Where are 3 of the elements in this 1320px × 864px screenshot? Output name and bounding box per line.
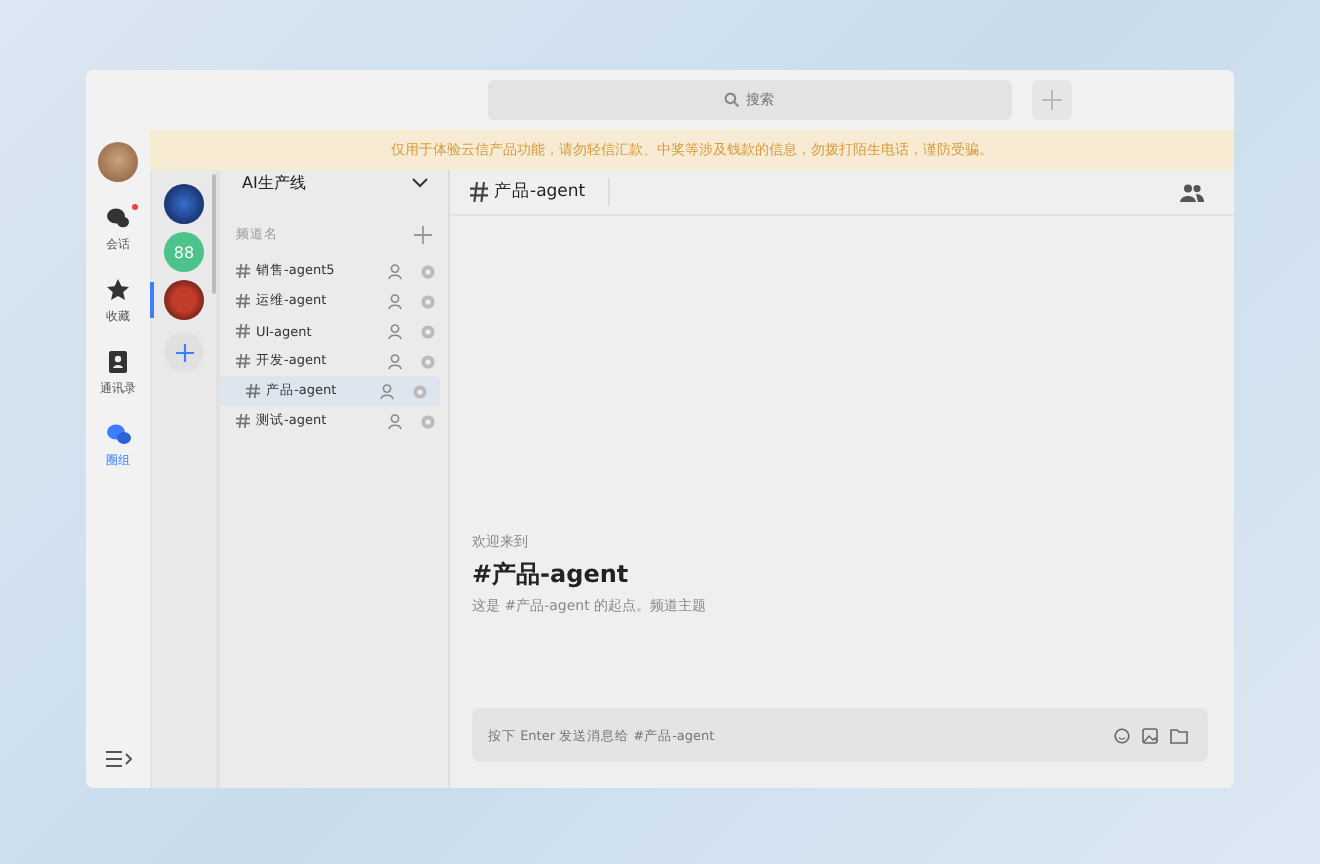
channel-title: 产品-agent bbox=[494, 180, 586, 204]
server-name: AI生产线 bbox=[242, 171, 306, 193]
welcome-title: #产品-agent bbox=[472, 558, 631, 592]
